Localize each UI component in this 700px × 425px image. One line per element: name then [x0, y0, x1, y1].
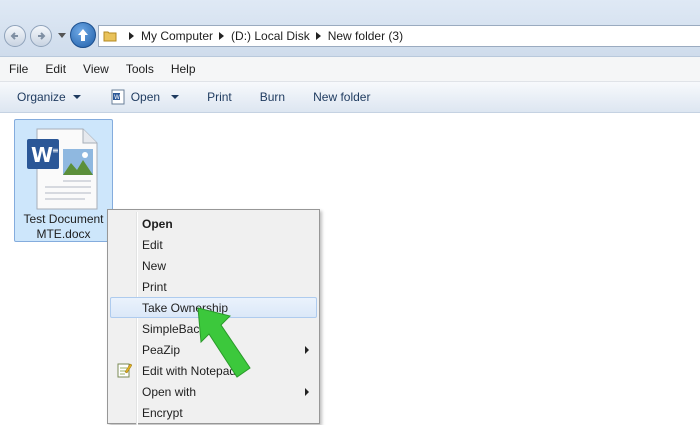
- up-button[interactable]: [70, 22, 96, 48]
- svg-text:≡: ≡: [52, 146, 59, 155]
- word-document-icon: W: [111, 89, 125, 105]
- burn-button[interactable]: Burn: [260, 90, 285, 104]
- notepad-plus-icon: [117, 363, 132, 378]
- menu-help[interactable]: Help: [162, 62, 204, 76]
- submenu-arrow-icon: [305, 346, 309, 354]
- file-item-test-document[interactable]: W ≡ Test Document MTE.docx: [14, 119, 113, 242]
- chevron-down-icon: [72, 95, 81, 99]
- breadcrumb-separator: [315, 32, 321, 40]
- context-menu-encrypt[interactable]: Encrypt: [110, 402, 317, 423]
- command-bar: Organize W Open Print Burn New folder: [0, 82, 700, 113]
- organize-label: Organize: [17, 90, 66, 104]
- menu-view[interactable]: View: [74, 62, 117, 76]
- folder-icon: [103, 30, 117, 42]
- file-name-line1: Test Document: [23, 212, 104, 226]
- menu-item-label: PeaZip: [142, 343, 181, 357]
- back-arrow-icon: [10, 32, 18, 40]
- forward-arrow-icon: [38, 32, 46, 40]
- menu-item-label: Print: [142, 280, 167, 294]
- open-button[interactable]: W Open: [110, 89, 180, 105]
- up-arrow-icon: [78, 29, 88, 41]
- file-name-line2: MTE.docx: [36, 227, 91, 241]
- menu-edit[interactable]: Edit: [36, 62, 74, 76]
- new-folder-button[interactable]: New folder: [313, 90, 370, 104]
- file-name: Test Document MTE.docx: [15, 212, 112, 242]
- print-button[interactable]: Print: [207, 90, 232, 104]
- menu-bar: File Edit View Tools Help: [0, 57, 700, 82]
- svg-text:W: W: [31, 143, 53, 167]
- breadcrumb-local-disk[interactable]: (D:) Local Disk: [231, 29, 310, 43]
- green-arrow-icon: [197, 307, 251, 378]
- back-button[interactable]: [4, 25, 26, 47]
- address-field[interactable]: My Computer (D:) Local Disk New folder (…: [98, 25, 700, 47]
- menu-item-label: Encrypt: [142, 406, 183, 420]
- submenu-arrow-icon: [305, 388, 309, 396]
- context-menu-open[interactable]: Open: [110, 213, 317, 234]
- breadcrumb-my-computer[interactable]: My Computer: [141, 29, 213, 43]
- context-menu-print[interactable]: Print: [110, 276, 317, 297]
- open-label: Open: [130, 90, 161, 104]
- svg-text:W: W: [114, 94, 120, 101]
- menu-tools[interactable]: Tools: [117, 62, 162, 76]
- breadcrumb-separator: [129, 32, 134, 40]
- breadcrumb-separator: [219, 32, 225, 40]
- menu-item-label: Open: [142, 217, 173, 231]
- menu-file[interactable]: File: [0, 62, 36, 76]
- recent-pages-dropdown[interactable]: [58, 33, 66, 38]
- context-menu-open-with[interactable]: Open with: [110, 381, 317, 402]
- menu-item-label: Open with: [142, 385, 197, 399]
- navigation-bar: My Computer (D:) Local Disk New folder (…: [0, 0, 700, 57]
- word-document-icon: W ≡: [27, 128, 98, 210]
- context-menu-new[interactable]: New: [110, 255, 317, 276]
- chevron-down-icon: [171, 95, 180, 99]
- context-menu-edit[interactable]: Edit: [110, 234, 317, 255]
- forward-button[interactable]: [30, 25, 52, 47]
- menu-item-label: New: [142, 259, 167, 273]
- organize-button[interactable]: Organize: [17, 90, 81, 104]
- breadcrumb-new-folder[interactable]: New folder (3): [328, 29, 403, 43]
- menu-item-label: Edit: [142, 238, 163, 252]
